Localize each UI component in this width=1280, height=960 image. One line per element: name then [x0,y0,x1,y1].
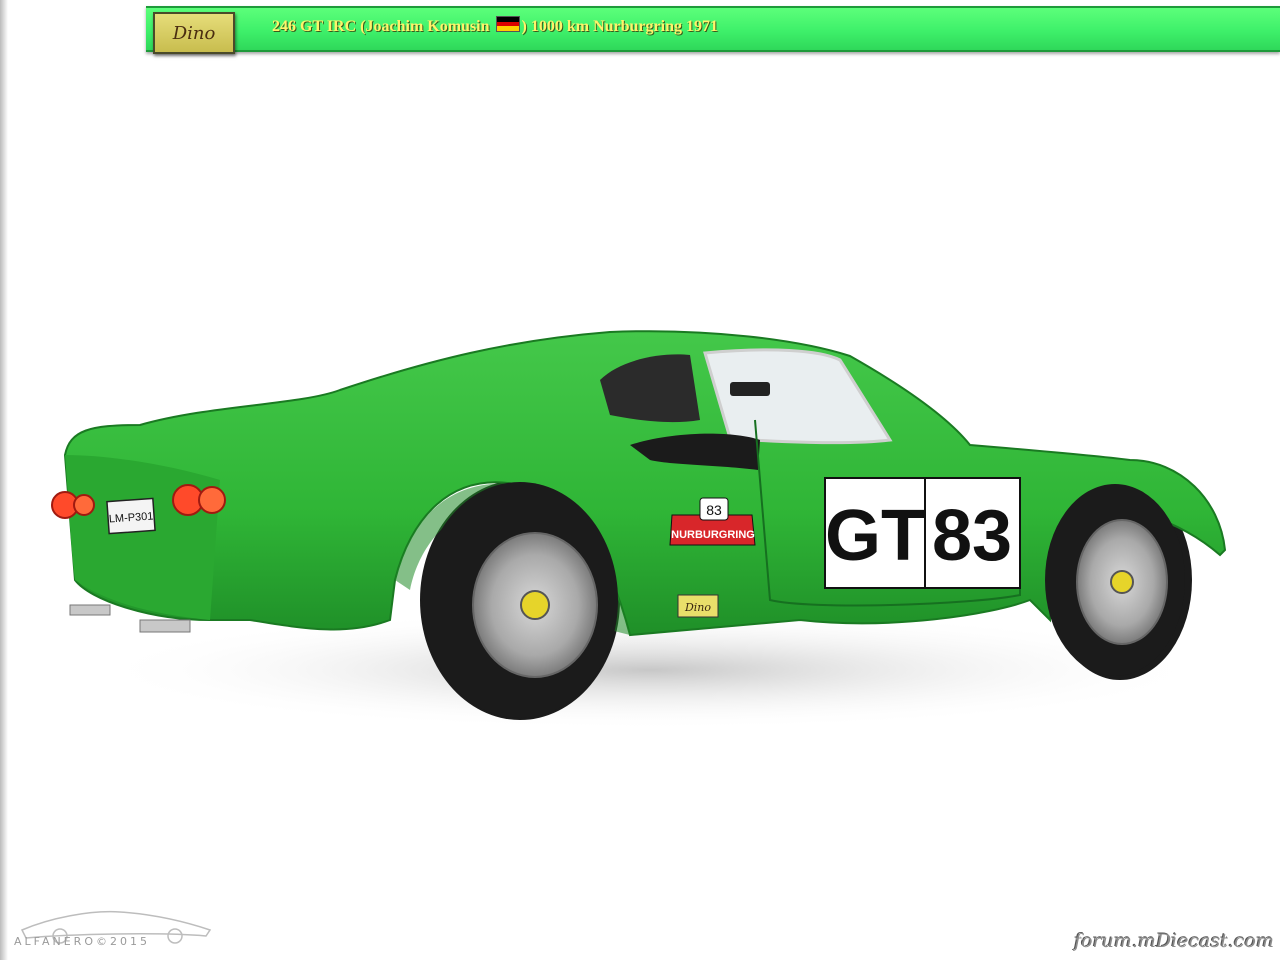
rally-plate-number: 83 [706,502,722,518]
race-number-prefix: GT [825,496,925,576]
side-dino-badge: Dino [677,594,719,618]
left-border [0,0,8,960]
dino-logo-badge: Dino [153,12,235,54]
rear-panel [65,455,220,620]
watermark-right: forum.mDiecast.com [1074,930,1274,952]
page-frame: Dino 246 GT IRC (Joachim Komusin ) 1000 … [0,0,1280,960]
mirror [730,382,770,396]
race-number: 83 [932,496,1012,576]
rear-wheel-hub [520,590,550,620]
title-part-1: 246 GT IRC (Joachim Komusin [272,18,494,35]
race-number-panel: GT 83 [824,477,1021,589]
title-part-2: ) 1000 km Nurburgring 1971 [521,18,718,35]
rally-plate-text: NURBURGRING [671,529,755,541]
side-badge-text: Dino [684,601,711,614]
car-photo: GT 83 83 NURBURGRING Dino LM-P301 [51,330,1227,730]
front-wheel-hub [1110,570,1134,594]
dino-logo-text: Dino [172,23,216,44]
watermark-left: ALFANERO©2015 [14,935,150,948]
page-title: 246 GT IRC (Joachim Komusin ) 1000 km Nu… [272,16,718,36]
german-flag-icon [495,16,520,32]
license-plate: LM-P301 [106,497,156,535]
